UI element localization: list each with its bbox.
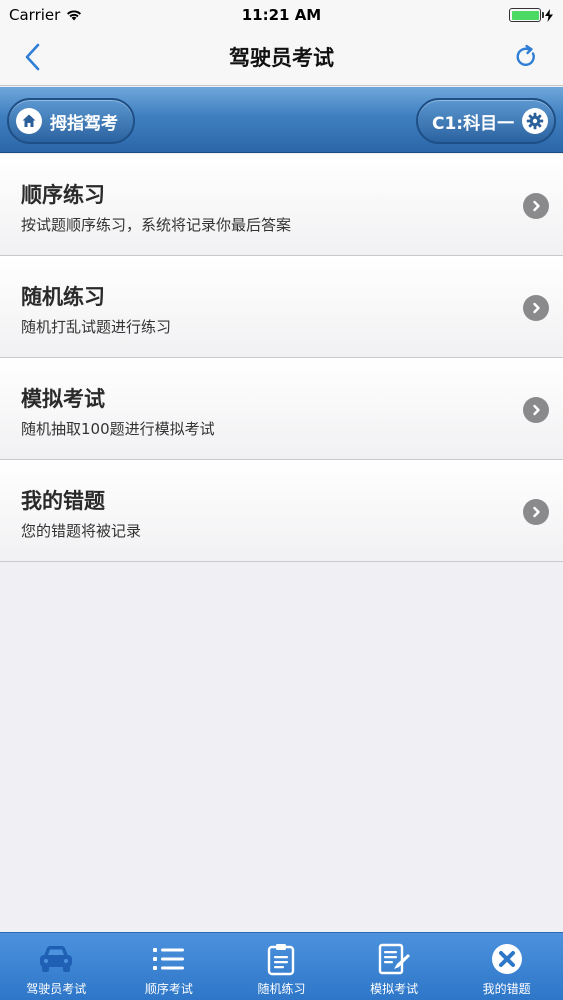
refresh-icon [516, 44, 535, 66]
chevron-right-icon [523, 397, 549, 423]
item-title: 顺序练习 [21, 183, 105, 207]
tab-my-mistakes[interactable]: 我的错题 [450, 933, 563, 1000]
status-bar: Carrier 11:21 AM [0, 0, 563, 30]
page-title: 驾驶员考试 [229, 46, 334, 70]
tab-sequential-exam[interactable]: 顺序考试 [113, 933, 226, 1000]
item-title: 模拟考试 [21, 387, 105, 411]
chevron-right-icon [523, 295, 549, 321]
home-button[interactable]: 拇指驾考 [7, 98, 135, 144]
edit-document-icon [374, 941, 414, 977]
item-description: 随机打乱试题进行练习 [21, 318, 172, 336]
clipboard-icon [261, 941, 301, 977]
refresh-button[interactable] [513, 44, 539, 70]
tab-driver-exam[interactable]: 驾驶员考试 [0, 933, 113, 1000]
tab-random-practice[interactable]: 随机练习 [225, 933, 338, 1000]
nav-bar: 驾驶员考试 [0, 30, 563, 86]
status-right [509, 8, 553, 22]
gear-icon [522, 108, 548, 134]
status-left: Carrier [9, 6, 82, 24]
battery-icon [509, 8, 544, 22]
item-description: 随机抽取100题进行模拟考试 [21, 420, 215, 438]
menu-list: 顺序练习 按试题顺序练习，系统将记录你最后答案 随机练习 随机打乱试题进行练习 … [0, 154, 563, 562]
item-description: 您的错题将被记录 [21, 522, 142, 540]
item-title: 随机练习 [21, 285, 105, 309]
list-item-random-practice[interactable]: 随机练习 随机打乱试题进行练习 [0, 256, 563, 358]
wifi-icon [67, 10, 82, 21]
tab-label: 驾驶员考试 [26, 982, 87, 996]
tab-label: 模拟考试 [370, 982, 419, 996]
home-label: 拇指驾考 [50, 113, 118, 134]
chevron-right-icon [523, 193, 549, 219]
list-item-mock-exam[interactable]: 模拟考试 随机抽取100题进行模拟考试 [0, 358, 563, 460]
status-time: 11:21 AM [241, 6, 322, 24]
list-icon [149, 941, 189, 977]
list-item-sequential-practice[interactable]: 顺序练习 按试题顺序练习，系统将记录你最后答案 [0, 154, 563, 256]
toolbar: 拇指驾考 C1:科目一 [0, 87, 563, 153]
battery-level [511, 10, 539, 20]
tab-label: 顺序考试 [144, 982, 193, 996]
charging-icon [545, 8, 553, 22]
home-icon [16, 108, 42, 134]
tab-bar: 驾驶员考试 顺序考试 随机练习 模拟考试 我的错题 [0, 932, 563, 1000]
item-title: 我的错题 [21, 489, 105, 513]
tab-mock-exam[interactable]: 模拟考试 [338, 933, 451, 1000]
carrier-label: Carrier [9, 6, 61, 24]
car-icon [36, 941, 76, 977]
subject-selector[interactable]: C1:科目一 [416, 98, 556, 144]
subject-label: C1:科目一 [432, 113, 515, 134]
close-circle-icon [487, 941, 527, 977]
item-description: 按试题顺序练习，系统将记录你最后答案 [21, 216, 292, 234]
tab-label: 我的错题 [482, 982, 531, 996]
tab-label: 随机练习 [257, 982, 306, 996]
list-item-my-mistakes[interactable]: 我的错题 您的错题将被记录 [0, 460, 563, 562]
chevron-right-icon [523, 499, 549, 525]
